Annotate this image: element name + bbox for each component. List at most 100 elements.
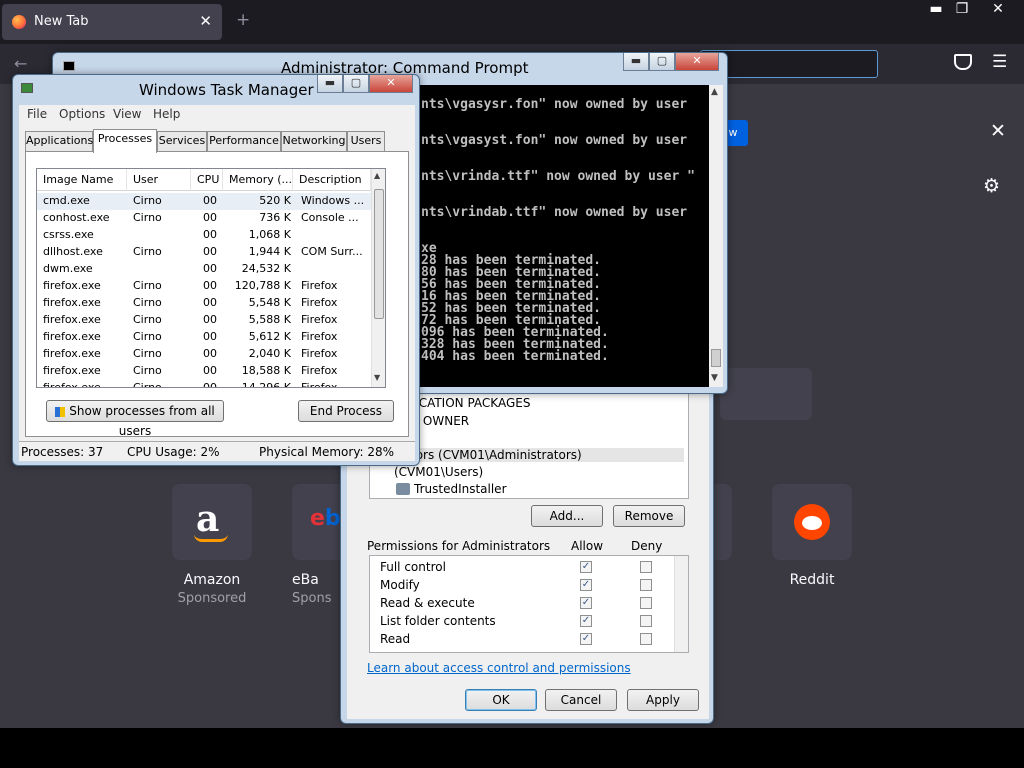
tab-users[interactable]: Users [347, 131, 385, 151]
table-cell: 1,944 K [248, 245, 291, 258]
table-cell: 00 [203, 211, 217, 224]
tab-processes[interactable]: Processes [93, 129, 157, 153]
cancel-button[interactable]: Cancel [545, 689, 617, 711]
table-row[interactable]: dwm.exe 00 24,532 K [37, 261, 371, 278]
table-row[interactable]: firefox.exe Cirno 00 5,588 K Firefox [37, 312, 371, 329]
deny-checkbox[interactable] [640, 579, 652, 591]
table-row[interactable]: firefox.exe Cirno 00 5,612 K Firefox [37, 329, 371, 346]
maximize-button[interactable]: ▢ [343, 75, 369, 93]
status-physical-memory: Physical Memory: 28% [259, 445, 395, 459]
taskmgr-titlebar[interactable]: Windows Task Manager ▬ ▢ ✕ [13, 75, 419, 103]
allow-checkbox[interactable]: ✓ [580, 597, 592, 609]
list-item[interactable]: (CVM01\Users) [394, 465, 483, 479]
scroll-up-icon[interactable]: ▲ [711, 87, 718, 97]
restore-button[interactable]: ❐ [944, 0, 980, 20]
console-line: nts\vgasyst.fon" now owned by user [421, 133, 688, 148]
table-cell: firefox.exe [43, 364, 101, 377]
deny-checkbox[interactable] [640, 597, 652, 609]
menu-options[interactable]: Options [59, 107, 105, 121]
table-cell: 00 [203, 262, 217, 275]
deny-checkbox[interactable] [640, 615, 652, 627]
deny-checkbox[interactable] [640, 633, 652, 645]
show-all-processes-button[interactable]: Show processes from all users [46, 400, 224, 438]
menu-help[interactable]: Help [153, 107, 180, 121]
settings-gear-icon[interactable]: ⚙ [983, 175, 1000, 197]
close-button[interactable]: ✕ [980, 0, 1016, 20]
table-row[interactable]: firefox.exe Cirno 00 5,548 K Firefox [37, 295, 371, 312]
tab-title: New Tab [34, 14, 89, 29]
table-cell: Windows ... [301, 194, 365, 207]
pocket-card[interactable] [720, 368, 812, 420]
firefox-icon [12, 15, 26, 29]
shortcut-amazon[interactable]: a Amazon Sponsored [172, 484, 252, 606]
allow-checkbox[interactable]: ✓ [580, 633, 592, 645]
column-cpu[interactable]: CPU [191, 169, 223, 191]
column-image-name[interactable]: Image Name [37, 169, 127, 191]
table-row[interactable]: conhost.exe Cirno 00 736 K Console ... [37, 210, 371, 227]
maximize-button[interactable]: ▢ [649, 53, 675, 71]
tab-close-icon[interactable]: ✕ [199, 12, 212, 30]
back-arrow-icon[interactable]: ← [14, 54, 27, 73]
scroll-up-icon[interactable]: ▲ [374, 171, 380, 180]
task-manager-window: Windows Task Manager ▬ ▢ ✕ File Options … [12, 74, 420, 466]
table-cell: 00 [203, 279, 217, 292]
tab-services[interactable]: Services [157, 131, 207, 151]
pocket-icon[interactable] [954, 54, 972, 70]
perm-name: Read & execute [380, 596, 475, 610]
scrollbar[interactable] [674, 556, 688, 652]
access-control-help-link[interactable]: Learn about access control and permissio… [367, 661, 631, 675]
table-row[interactable]: firefox.exe Cirno 00 120,788 K Firefox [37, 278, 371, 295]
close-button[interactable]: ✕ [675, 53, 719, 71]
cmd-scrollbar[interactable]: ▲ ▼ [709, 85, 723, 387]
allow-checkbox[interactable]: ✓ [580, 615, 592, 627]
table-row[interactable]: firefox.exe Cirno 00 2,040 K Firefox [37, 346, 371, 363]
table-cell: 520 K [259, 194, 291, 207]
list-item-selected[interactable]: trators (CVM01\Administrators) [394, 448, 684, 462]
scroll-thumb[interactable] [374, 189, 384, 319]
list-item[interactable]: TrustedInstaller [414, 482, 507, 496]
apply-button[interactable]: Apply [627, 689, 699, 711]
column-memory[interactable]: Memory (... [223, 169, 293, 191]
notification-close-icon[interactable]: ✕ [990, 120, 1006, 142]
scroll-down-icon[interactable]: ▼ [374, 373, 380, 382]
table-row[interactable]: csrss.exe 00 1,068 K [37, 227, 371, 244]
cmd-icon [63, 61, 75, 71]
menu-file[interactable]: File [27, 107, 47, 121]
new-tab-button[interactable]: + [236, 10, 250, 30]
scroll-thumb[interactable] [711, 349, 721, 367]
tab-applications[interactable]: Applications [25, 131, 93, 151]
tab-networking[interactable]: Networking [281, 131, 347, 151]
scrollbar[interactable]: ▲ ▼ [371, 169, 385, 387]
allow-checkbox[interactable]: ✓ [580, 579, 592, 591]
table-cell: 2,040 K [248, 347, 291, 360]
remove-button[interactable]: Remove [613, 505, 685, 527]
minimize-button[interactable]: ▬ [317, 75, 343, 93]
end-process-button[interactable]: End Process [298, 400, 394, 422]
tab-new-tab[interactable]: New Tab ✕ [2, 4, 222, 40]
table-row[interactable]: firefox.exe Cirno 00 14,296 K Firefox [37, 380, 371, 387]
add-button[interactable]: Add... [531, 505, 603, 527]
table-cell: 00 [203, 245, 217, 258]
close-button[interactable]: ✕ [369, 75, 413, 93]
shortcut-reddit[interactable]: Reddit [772, 484, 852, 588]
table-cell: firefox.exe [43, 330, 101, 343]
shortcut-label: Reddit [789, 572, 835, 588]
deny-checkbox[interactable] [640, 561, 652, 573]
column-user-name[interactable]: User Name [127, 169, 191, 208]
scroll-down-icon[interactable]: ▼ [711, 373, 718, 383]
menu-view[interactable]: View [113, 107, 141, 121]
permissions-list: Full control ✓ Modify ✓ Read & execute ✓… [369, 555, 689, 653]
ok-button[interactable]: OK [465, 689, 537, 711]
table-cell: Firefox [301, 347, 338, 360]
minimize-button[interactable]: ▬ [623, 53, 649, 71]
column-description[interactable]: Description [293, 169, 371, 191]
allow-checkbox[interactable]: ✓ [580, 561, 592, 573]
tab-performance[interactable]: Performance [207, 131, 281, 151]
table-cell: firefox.exe [43, 347, 101, 360]
hamburger-menu-icon[interactable]: ☰ [992, 52, 1007, 72]
table-row[interactable]: firefox.exe Cirno 00 18,588 K Firefox [37, 363, 371, 380]
table-row[interactable]: cmd.exe Cirno 00 520 K Windows ... [37, 193, 371, 210]
table-cell: 24,532 K [241, 262, 291, 275]
table-row[interactable]: dllhost.exe Cirno 00 1,944 K COM Surr... [37, 244, 371, 261]
table-cell: firefox.exe [43, 313, 101, 326]
